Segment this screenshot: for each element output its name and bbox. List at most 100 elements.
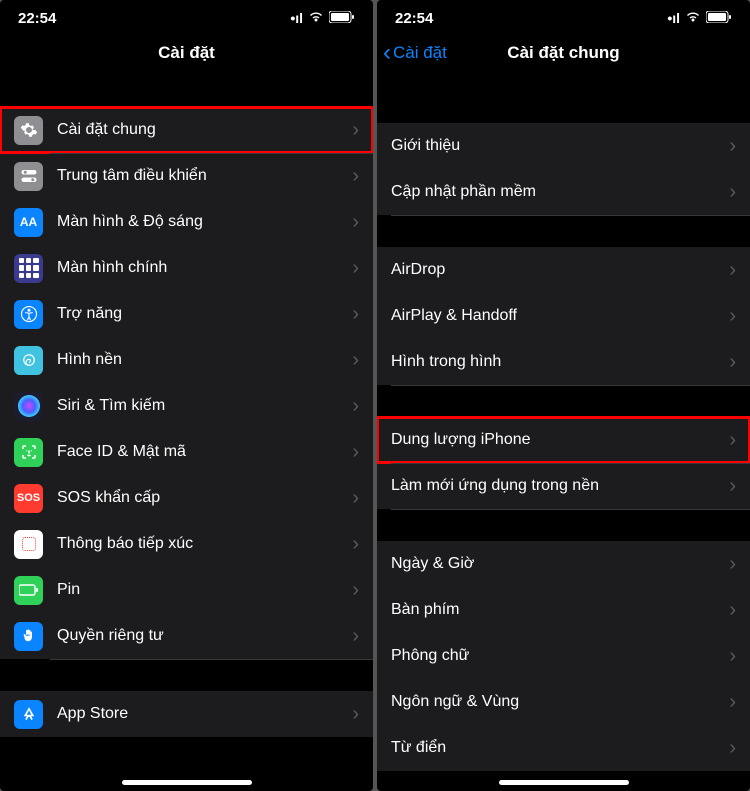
row-fonts[interactable]: Phông chữ › <box>377 633 750 679</box>
back-button[interactable]: ‹ Cài đặt <box>383 41 447 65</box>
row-appstore[interactable]: App Store › <box>0 691 373 737</box>
row-about[interactable]: Giới thiệu › <box>377 123 750 169</box>
row-display[interactable]: AA Màn hình & Độ sáng › <box>0 199 373 245</box>
row-label: Ngôn ngữ & Vùng <box>391 693 729 711</box>
row-sos[interactable]: SOS SOS khẩn cấp › <box>0 475 373 521</box>
row-exposure[interactable]: Thông báo tiếp xúc › <box>0 521 373 567</box>
chevron-right-icon: › <box>352 349 359 372</box>
chevron-right-icon: › <box>352 487 359 510</box>
row-date-time[interactable]: Ngày & Giờ › <box>377 541 750 587</box>
row-label: Giới thiệu <box>391 137 729 155</box>
row-airdrop[interactable]: AirDrop › <box>377 247 750 293</box>
chevron-right-icon: › <box>729 737 736 760</box>
row-label: AirPlay & Handoff <box>391 307 729 325</box>
chevron-right-icon: › <box>729 475 736 498</box>
phone-right-general: 22:54 ‹ Cài đặt Cài đặt chung Giới thiệu… <box>377 0 750 791</box>
chevron-right-icon: › <box>729 305 736 328</box>
chevron-right-icon: › <box>352 165 359 188</box>
wifi-icon <box>308 10 324 27</box>
chevron-right-icon: › <box>729 429 736 452</box>
battery-row-icon <box>14 576 43 605</box>
chevron-right-icon: › <box>352 625 359 648</box>
chevron-right-icon: › <box>352 395 359 418</box>
chevron-right-icon: › <box>729 599 736 622</box>
nav-bar: ‹ Cài đặt Cài đặt chung <box>377 31 750 75</box>
chevron-right-icon: › <box>352 119 359 142</box>
battery-icon <box>329 10 355 27</box>
gear-icon <box>14 116 43 145</box>
row-label: Ngày & Giờ <box>391 555 729 573</box>
row-label: Từ điển <box>391 739 729 757</box>
row-general[interactable]: Cài đặt chung › <box>0 107 373 153</box>
row-battery[interactable]: Pin › <box>0 567 373 613</box>
cellular-icon <box>290 10 303 27</box>
row-label: Cài đặt chung <box>57 121 352 139</box>
chevron-right-icon: › <box>729 553 736 576</box>
row-label: Màn hình chính <box>57 259 352 277</box>
settings-list: Cài đặt chung › Trung tâm điều khiển › A… <box>0 75 373 737</box>
cellular-icon <box>667 10 680 27</box>
row-software-update[interactable]: Cập nhật phần mềm › <box>377 169 750 215</box>
row-label: Hình nền <box>57 351 352 369</box>
faceid-icon <box>14 438 43 467</box>
row-siri[interactable]: Siri & Tìm kiếm › <box>0 383 373 429</box>
display-icon: AA <box>14 208 43 237</box>
chevron-right-icon: › <box>729 135 736 158</box>
row-label: Cập nhật phần mềm <box>391 183 729 201</box>
chevron-left-icon: ‹ <box>383 41 391 65</box>
row-accessibility[interactable]: Trợ năng › <box>0 291 373 337</box>
chevron-right-icon: › <box>352 703 359 726</box>
status-bar: 22:54 <box>0 0 373 31</box>
row-airplay[interactable]: AirPlay & Handoff › <box>377 293 750 339</box>
chevron-right-icon: › <box>352 441 359 464</box>
row-iphone-storage[interactable]: Dung lượng iPhone › <box>377 417 750 463</box>
general-list: Giới thiệu › Cập nhật phần mềm › AirDrop… <box>377 75 750 771</box>
row-home-screen[interactable]: Màn hình chính › <box>0 245 373 291</box>
chevron-right-icon: › <box>352 303 359 326</box>
row-dictionary[interactable]: Từ điển › <box>377 725 750 771</box>
phone-left-settings: 22:54 Cài đặt Cài đặt chung › Trung <box>0 0 373 791</box>
sos-icon: SOS <box>14 484 43 513</box>
home-indicator[interactable] <box>122 780 252 785</box>
chevron-right-icon: › <box>729 181 736 204</box>
chevron-right-icon: › <box>352 257 359 280</box>
row-label: Làm mới ứng dụng trong nền <box>391 477 729 495</box>
row-label: Màn hình & Độ sáng <box>57 213 352 231</box>
row-label: App Store <box>57 705 352 723</box>
row-privacy[interactable]: Quyền riêng tư › <box>0 613 373 659</box>
chevron-right-icon: › <box>729 645 736 668</box>
battery-icon <box>706 10 732 27</box>
row-language-region[interactable]: Ngôn ngữ & Vùng › <box>377 679 750 725</box>
switches-icon <box>14 162 43 191</box>
row-label: Hình trong hình <box>391 353 729 371</box>
row-label: Bàn phím <box>391 601 729 619</box>
row-faceid[interactable]: Face ID & Mật mã › <box>0 429 373 475</box>
home-indicator[interactable] <box>499 780 629 785</box>
row-keyboard[interactable]: Bàn phím › <box>377 587 750 633</box>
row-label: Trợ năng <box>57 305 352 323</box>
row-label: Face ID & Mật mã <box>57 443 352 461</box>
appstore-icon <box>14 700 43 729</box>
exposure-icon <box>14 530 43 559</box>
status-time: 22:54 <box>18 10 56 27</box>
chevron-right-icon: › <box>729 259 736 282</box>
row-label: Pin <box>57 581 352 599</box>
status-indicators <box>290 10 355 27</box>
home-grid-icon <box>14 254 43 283</box>
row-label: Quyền riêng tư <box>57 627 352 645</box>
wallpaper-icon <box>14 346 43 375</box>
row-control-center[interactable]: Trung tâm điều khiển › <box>0 153 373 199</box>
row-background-refresh[interactable]: Làm mới ứng dụng trong nền › <box>377 463 750 509</box>
nav-bar: Cài đặt <box>0 31 373 75</box>
row-label: Dung lượng iPhone <box>391 431 729 449</box>
row-label: AirDrop <box>391 261 729 279</box>
row-wallpaper[interactable]: Hình nền › <box>0 337 373 383</box>
status-bar: 22:54 <box>377 0 750 31</box>
row-pip[interactable]: Hình trong hình › <box>377 339 750 385</box>
back-label: Cài đặt <box>393 43 447 63</box>
hand-icon <box>14 622 43 651</box>
page-title: Cài đặt chung <box>507 43 619 63</box>
status-time: 22:54 <box>395 10 433 27</box>
row-label: SOS khẩn cấp <box>57 489 352 507</box>
chevron-right-icon: › <box>729 351 736 374</box>
